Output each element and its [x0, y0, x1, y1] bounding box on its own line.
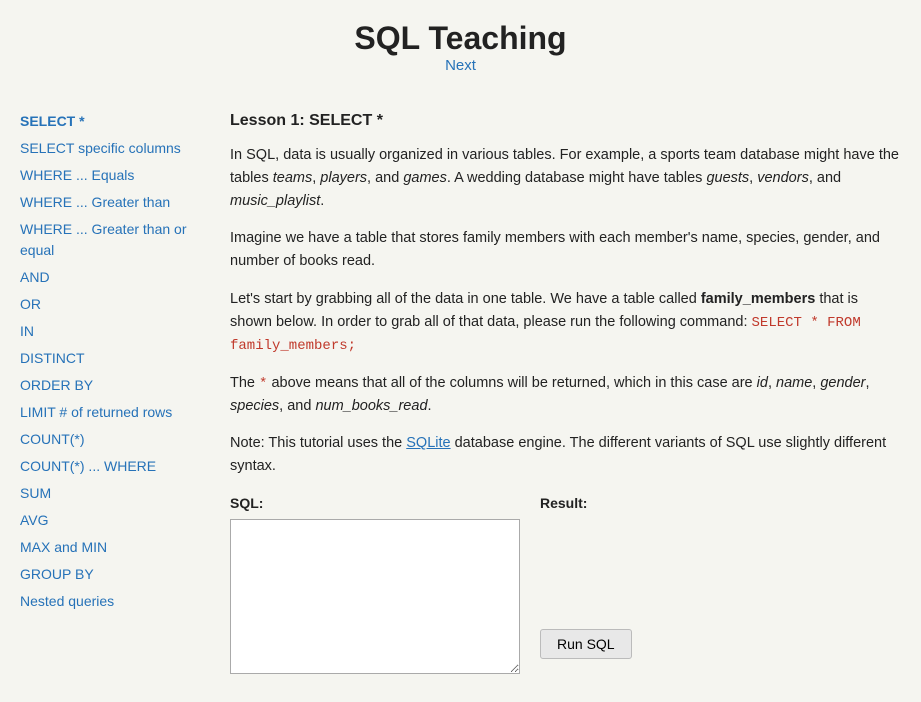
- paragraph-5: Note: This tutorial uses the SQLite data…: [230, 432, 901, 478]
- sidebar-item[interactable]: IN: [20, 318, 200, 345]
- run-sql-button[interactable]: Run SQL: [540, 629, 632, 659]
- sidebar-item[interactable]: AVG: [20, 507, 200, 534]
- sidebar-item[interactable]: DISTINCT: [20, 345, 200, 372]
- sidebar-item[interactable]: GROUP BY: [20, 561, 200, 588]
- sidebar-item[interactable]: AND: [20, 264, 200, 291]
- content-area: Lesson 1: SELECT * In SQL, data is usual…: [210, 98, 921, 702]
- next-link[interactable]: Next: [0, 57, 921, 74]
- sidebar: SELECT *SELECT specific columnsWHERE ...…: [0, 98, 210, 702]
- sidebar-item[interactable]: ORDER BY: [20, 372, 200, 399]
- sql-section: SQL: Result: Run SQL: [230, 492, 901, 682]
- sidebar-item[interactable]: LIMIT # of returned rows: [20, 399, 200, 426]
- sidebar-item[interactable]: Nested queries: [20, 588, 200, 615]
- sidebar-item[interactable]: MAX and MIN: [20, 534, 200, 561]
- sidebar-item[interactable]: COUNT(*): [20, 426, 200, 453]
- page-header: SQL Teaching Next: [0, 0, 921, 98]
- sidebar-item[interactable]: SELECT specific columns: [20, 135, 200, 162]
- paragraph-3: Let's start by grabbing all of the data …: [230, 288, 901, 358]
- sidebar-item[interactable]: SELECT *: [20, 108, 200, 135]
- sidebar-item[interactable]: WHERE ... Greater than: [20, 189, 200, 216]
- sql-input-area: SQL:: [230, 492, 520, 682]
- sidebar-item[interactable]: WHERE ... Equals: [20, 162, 200, 189]
- lesson-title: Lesson 1: SELECT *: [230, 108, 901, 134]
- page-title: SQL Teaching: [0, 20, 921, 57]
- sql-label: SQL:: [230, 492, 520, 514]
- sql-textarea[interactable]: [230, 519, 520, 674]
- sidebar-item[interactable]: SUM: [20, 480, 200, 507]
- paragraph-4: The * above means that all of the column…: [230, 372, 901, 419]
- sqlite-link[interactable]: SQLite: [406, 435, 450, 451]
- result-label: Result:: [540, 492, 587, 514]
- paragraph-1: In SQL, data is usually organized in var…: [230, 144, 901, 214]
- paragraph-2: Imagine we have a table that stores fami…: [230, 227, 901, 273]
- sidebar-item[interactable]: COUNT(*) ... WHERE: [20, 453, 200, 480]
- result-area: Result: Run SQL: [540, 492, 632, 658]
- main-layout: SELECT *SELECT specific columnsWHERE ...…: [0, 98, 921, 702]
- sidebar-item[interactable]: OR: [20, 291, 200, 318]
- sidebar-item[interactable]: WHERE ... Greater than or equal: [20, 216, 200, 264]
